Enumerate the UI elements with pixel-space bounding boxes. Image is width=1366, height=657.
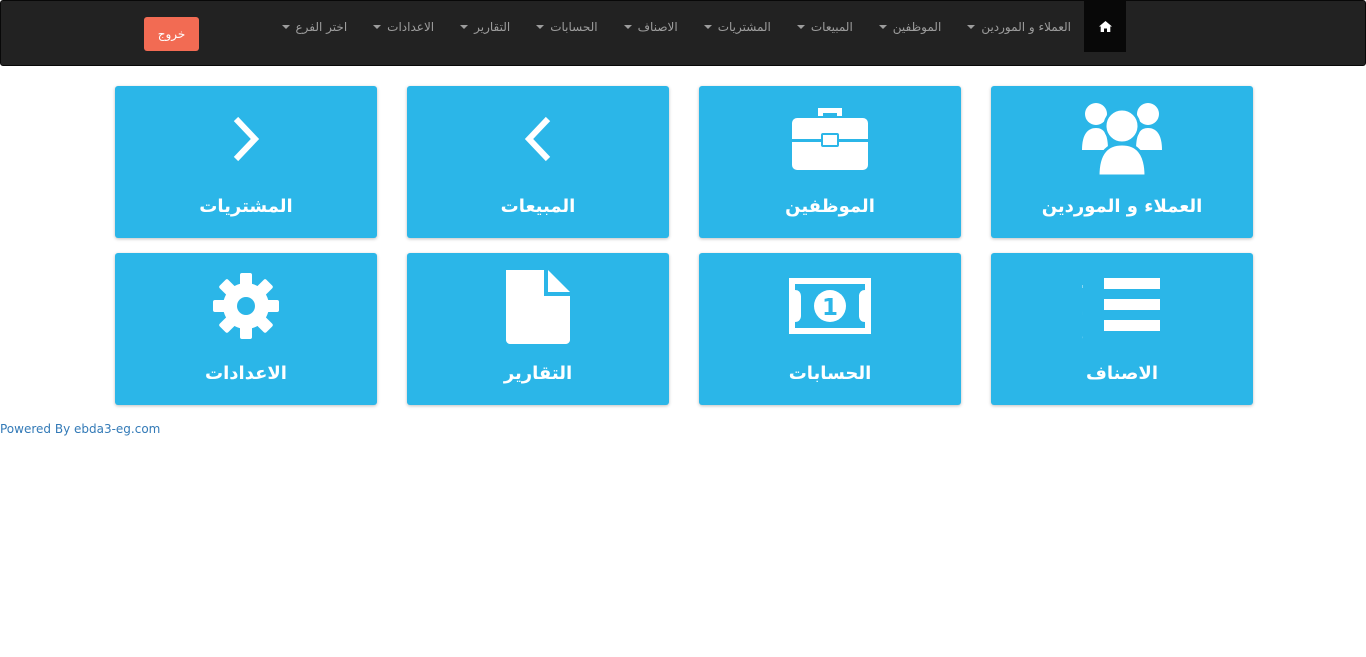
caret-down-icon [623, 24, 632, 29]
nav-item-reports[interactable]: التقارير [447, 1, 523, 52]
caret-down-icon [878, 24, 887, 29]
tile-label: الحسابات [788, 363, 872, 384]
nav-item-label: العملاء و الموردين [981, 19, 1071, 34]
caret-down-icon [796, 24, 805, 29]
nav-item-label: الاصناف [637, 19, 678, 34]
nav-item-employees[interactable]: الموظفين [866, 1, 955, 52]
tile-settings[interactable]: الاعدادات [115, 253, 377, 405]
chevron-left-icon [407, 98, 669, 180]
svg-text:3: 3 [1082, 322, 1084, 345]
tile-sales[interactable]: المبيعات [407, 86, 669, 238]
tile-label: المبيعات [500, 196, 576, 217]
tile-label: العملاء و الموردين [1041, 196, 1203, 217]
nav-item-label: المشتريات [717, 19, 771, 34]
gear-icon [115, 265, 377, 347]
tile-items[interactable]: 1 2 3 الاصناف [991, 253, 1253, 405]
tile-purchases[interactable]: المشتريات [115, 86, 377, 238]
nav-item-label: التقارير [474, 19, 511, 34]
caret-down-icon [373, 24, 382, 29]
chevron-right-icon [115, 98, 377, 180]
users-icon [991, 98, 1253, 180]
tile-label: الاصناف [1086, 363, 1158, 384]
tile-employees[interactable]: الموظفين [699, 86, 961, 238]
nav-item-purchases[interactable]: المشتريات [691, 1, 784, 52]
nav-item-items[interactable]: الاصناف [611, 1, 691, 52]
caret-down-icon [281, 24, 290, 29]
tile-label: الاعدادات [205, 363, 287, 384]
nav-item-settings[interactable]: الاعدادات [360, 1, 447, 52]
caret-down-icon [703, 24, 712, 29]
caret-down-icon [536, 24, 545, 29]
nav-item-label: الموظفين [892, 19, 942, 34]
numbered-list-icon: 1 2 3 [991, 265, 1253, 347]
money-icon: 1 [699, 265, 961, 347]
tile-accounts[interactable]: 1 الحسابات [699, 253, 961, 405]
svg-text:2: 2 [1082, 295, 1084, 321]
svg-text:1: 1 [822, 295, 838, 321]
logout-button[interactable]: خروج [144, 17, 199, 51]
file-icon [407, 265, 669, 347]
caret-down-icon [460, 24, 469, 29]
dashboard-tiles: العملاء و الموردين الموظفين المبيعات الم… [113, 86, 1253, 405]
briefcase-icon [699, 98, 961, 180]
svg-text:1: 1 [1082, 268, 1084, 294]
tile-label: التقارير [503, 363, 573, 384]
top-navbar: العملاء و الموردين الموظفين المبيعات الم… [0, 0, 1366, 66]
nav-item-label: اختر الفرع [295, 19, 348, 34]
nav-home-button[interactable] [1084, 1, 1126, 52]
caret-down-icon [967, 24, 976, 29]
nav-item-label: الحسابات [550, 19, 598, 34]
nav-menu: العملاء و الموردين الموظفين المبيعات الم… [144, 1, 1126, 52]
nav-item-label: الاعدادات [387, 19, 435, 34]
nav-item-branch-select[interactable]: اختر الفرع [269, 1, 361, 52]
home-icon [1098, 21, 1112, 32]
nav-item-accounts[interactable]: الحسابات [523, 1, 610, 52]
nav-item-sales[interactable]: المبيعات [784, 1, 866, 52]
tile-reports[interactable]: التقارير [407, 253, 669, 405]
nav-item-customers-suppliers[interactable]: العملاء و الموردين [954, 1, 1084, 52]
tile-label: الموظفين [785, 196, 875, 217]
tile-label: المشتريات [199, 196, 293, 217]
tile-customers-suppliers[interactable]: العملاء و الموردين [991, 86, 1253, 238]
nav-item-label: المبيعات [810, 19, 853, 34]
footer-credit[interactable]: Powered By ebda3-eg.com [0, 422, 160, 436]
